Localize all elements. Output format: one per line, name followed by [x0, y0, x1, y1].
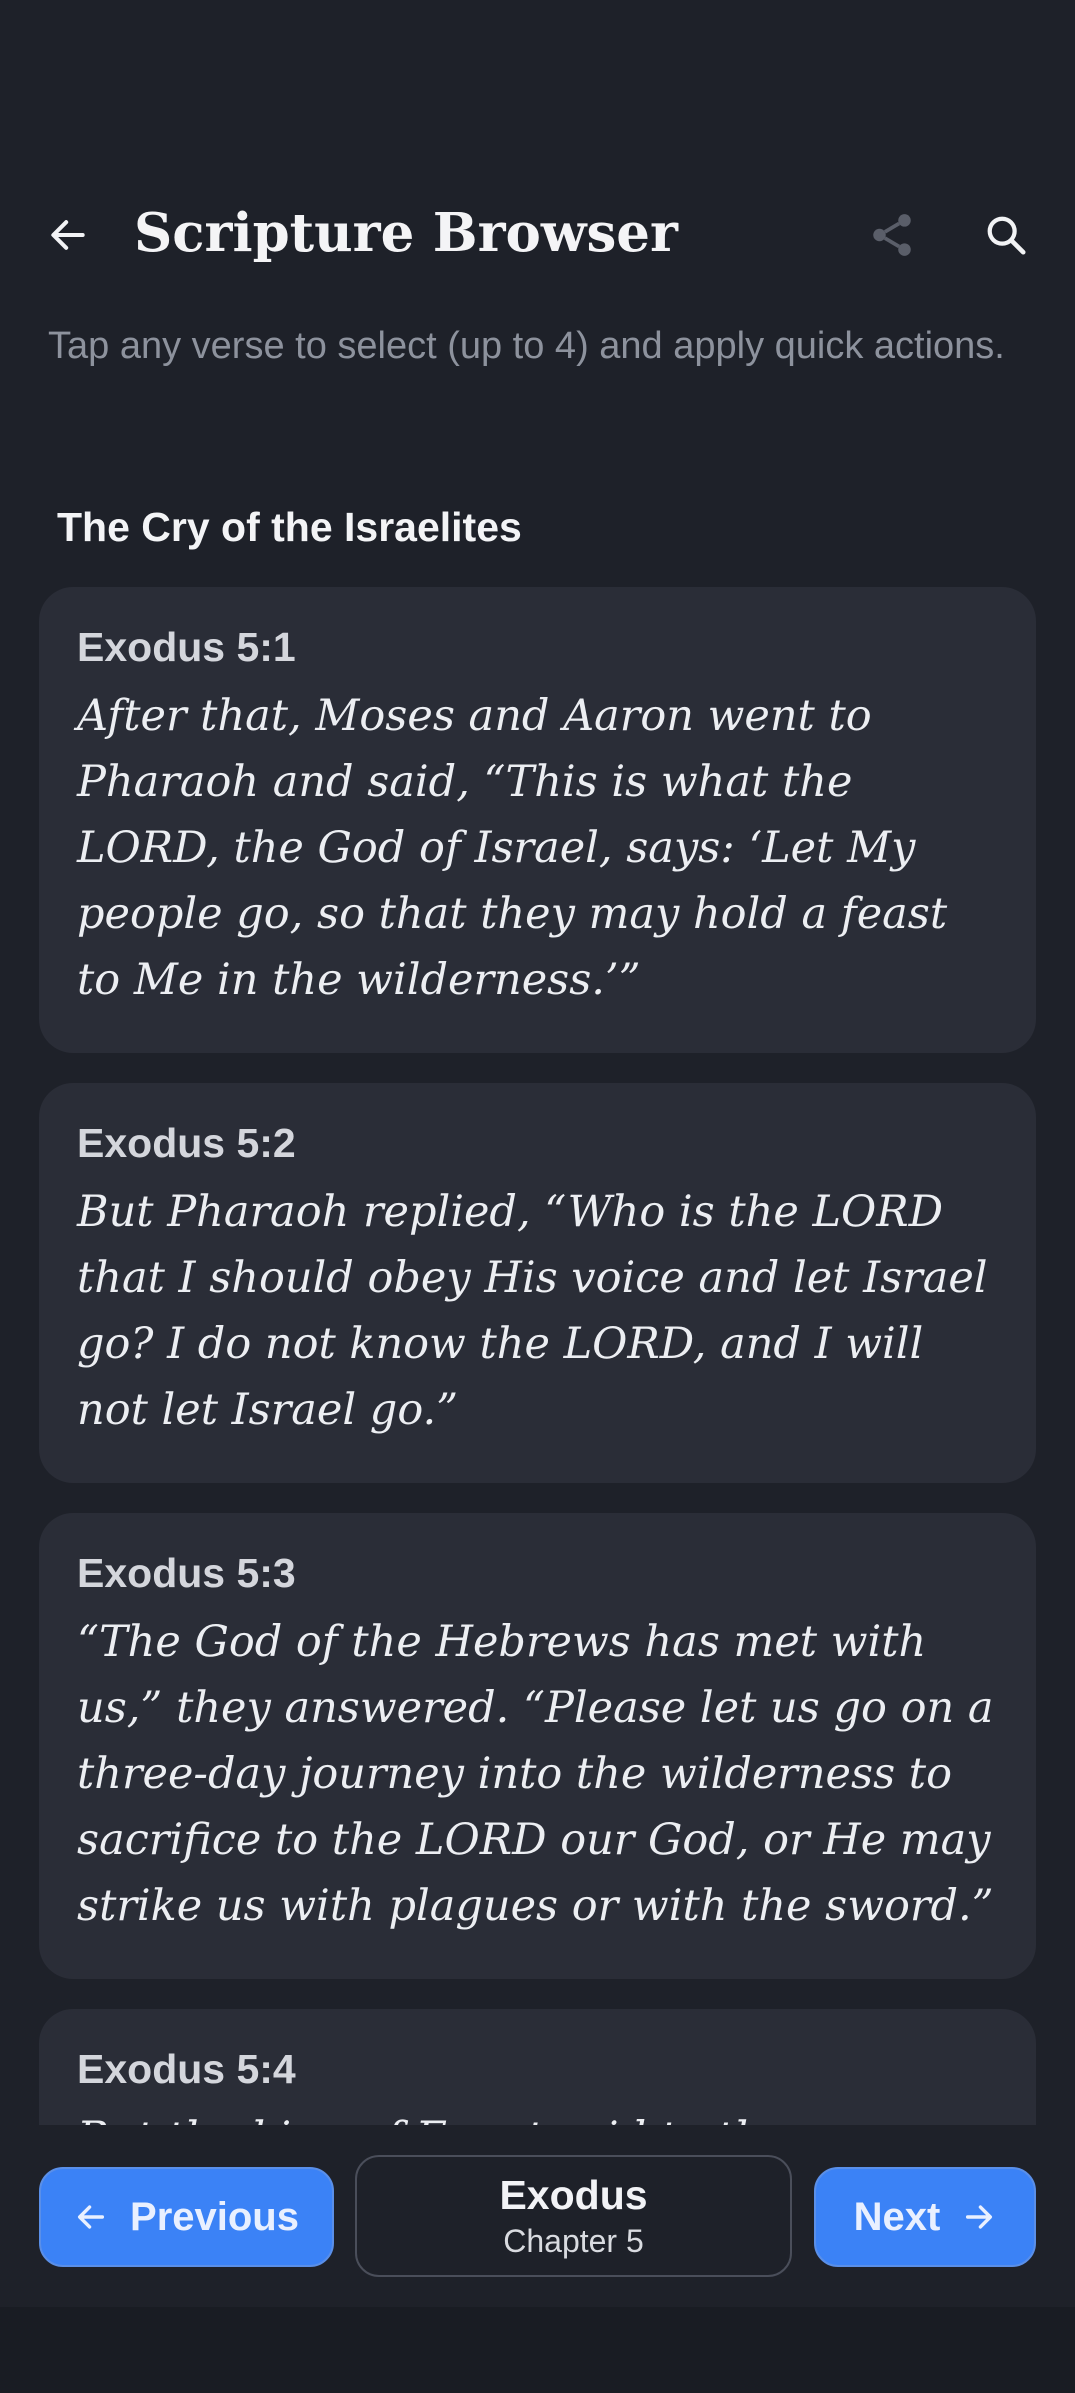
chapter-navigation-bar: Previous Exodus Chapter 5 Next [0, 2125, 1075, 2307]
verse-text: “The God of the Hebrews has met with us,… [77, 1617, 994, 1931]
page-title: Scripture Browser [134, 202, 678, 264]
arrow-left-icon [77, 2205, 105, 2229]
search-button[interactable] [966, 195, 1046, 275]
verse-list[interactable]: Exodus 5:1 After that, Moses and Aaron w… [39, 587, 1036, 2125]
system-navigation-area [0, 2307, 1075, 2393]
book-chapter-selector[interactable]: Exodus Chapter 5 [355, 2155, 792, 2277]
verse-reference: Exodus 5:4 [77, 2046, 296, 2092]
share-button[interactable] [852, 195, 932, 275]
verse-text: But Pharaoh replied, “Who is the LORD th… [77, 1187, 988, 1435]
app-header: Scripture Browser [0, 190, 1075, 280]
verse-text: After that, Moses and Aaron went to Phar… [77, 691, 948, 1005]
next-label: Next [853, 2194, 941, 2239]
section-heading: The Cry of the Israelites [57, 504, 522, 550]
verse-card[interactable]: Exodus 5:2 But Pharaoh replied, “Who is … [39, 1083, 1036, 1483]
verse-card[interactable]: Exodus 5:4 But the king of Egypt said to… [39, 2009, 1036, 2125]
previous-label: Previous [130, 2194, 299, 2239]
verse-card[interactable]: Exodus 5:1 After that, Moses and Aaron w… [39, 587, 1036, 1053]
next-chapter-button[interactable]: Next [814, 2167, 1036, 2267]
verse-reference: Exodus 5:3 [77, 1550, 296, 1596]
instructions-text: Tap any verse to select (up to 4) and ap… [48, 325, 1005, 367]
share-icon [873, 214, 911, 256]
verse-text: But the king of Egypt said to them, “Mos… [77, 2105, 998, 2125]
search-icon [987, 216, 1026, 255]
arrow-left-icon [51, 220, 85, 250]
verse-reference: Exodus 5:2 [77, 1120, 296, 1166]
status-bar [0, 0, 1075, 150]
verse-card[interactable]: Exodus 5:3 “The God of the Hebrews has m… [39, 1513, 1036, 1979]
arrow-right-icon [966, 2205, 993, 2229]
back-button[interactable] [28, 195, 108, 275]
verse-reference: Exodus 5:1 [77, 624, 296, 670]
book-name: Exodus [499, 2172, 648, 2218]
chapter-label: Chapter 5 [503, 2223, 644, 2259]
previous-chapter-button[interactable]: Previous [39, 2167, 334, 2267]
